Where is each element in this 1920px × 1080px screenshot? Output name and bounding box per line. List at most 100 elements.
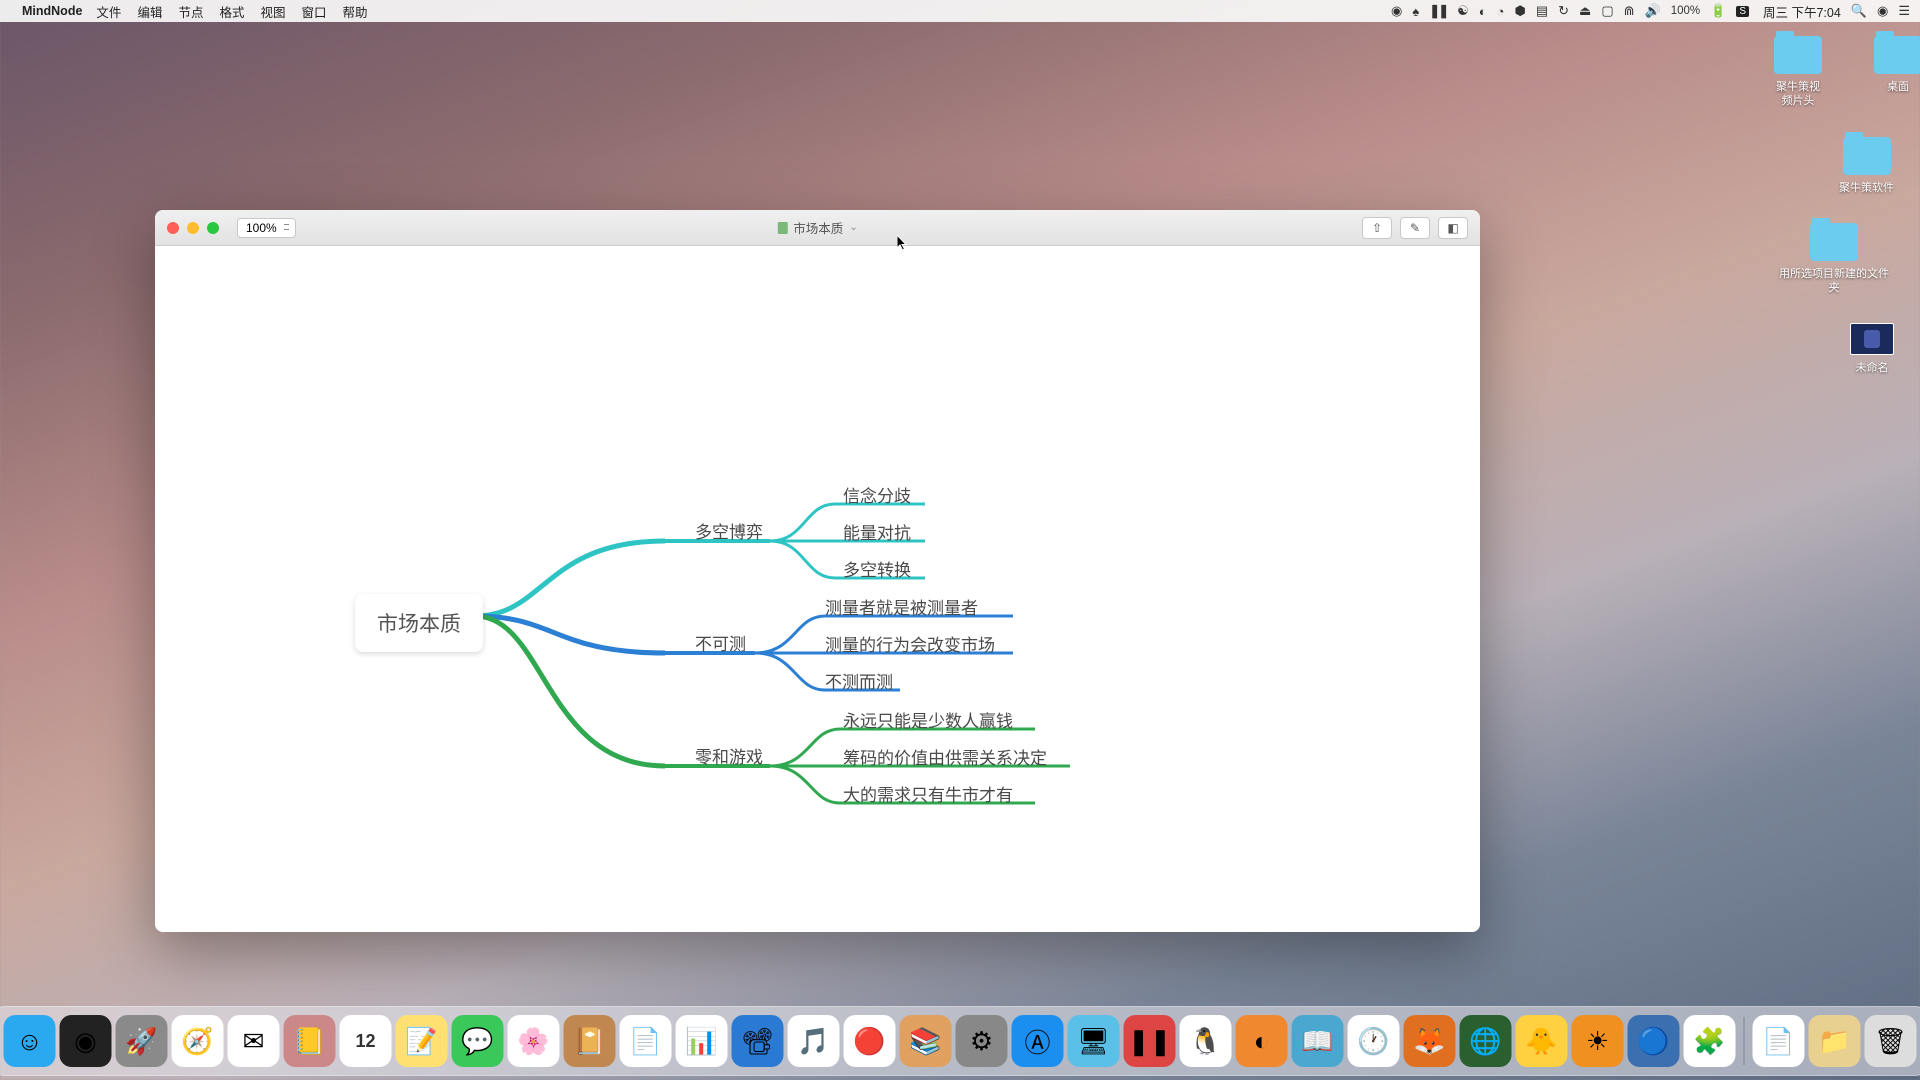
document-title[interactable]: 市场本质 ⌄ [777,218,857,237]
menu-format[interactable]: 格式 [219,2,244,21]
leaf-2-1[interactable]: 测量者就是被测量者 [825,594,978,619]
dock-mail[interactable]: ✉ [228,1015,280,1067]
dock-clock[interactable]: 🕐 [1348,1015,1400,1067]
spotlight-icon[interactable]: 🔍 [1851,3,1867,19]
pause-icon[interactable]: ❚❚ [1429,3,1447,19]
desktop-folder-2[interactable]: 桌面 [1874,36,1920,109]
input-icon[interactable]: S [1736,6,1749,17]
leaf-3-1[interactable]: 永远只能是少数人赢钱 [843,707,1013,732]
dock-calendar[interactable]: 12 [340,1015,392,1067]
dock-app2[interactable]: 🐥 [1516,1015,1568,1067]
eject-icon[interactable]: ⏏ [1579,3,1591,19]
dock-trash[interactable]: 🗑 [1865,1015,1917,1067]
dock-mindnode[interactable]: 🧩 [1684,1015,1736,1067]
panel-button[interactable]: ◧ [1438,217,1468,239]
dock-safari[interactable]: 🧭 [172,1015,224,1067]
record-icon[interactable]: ◉ [1391,3,1402,19]
leaf-1-1[interactable]: 信念分歧 [843,482,911,507]
dock-photos[interactable]: 🌸 [508,1015,560,1067]
desktop-icons: 聚牛策视频片头 桌面 聚牛策软件 用所选项目新建的文件夹 未命名 [1774,36,1894,376]
dock-screenshot[interactable]: 🖥 [1068,1015,1120,1067]
menubar-left: MindNode 文件 编辑 节点 格式 视图 窗口 帮助 [10,2,384,21]
user-icon[interactable]: ◉ [1877,3,1888,19]
dock-separator [1744,1017,1745,1065]
dock-doc[interactable]: 📄 [1753,1015,1805,1067]
dock-appstore[interactable]: Ⓐ [1012,1015,1064,1067]
airplay-icon[interactable]: ▢ [1601,3,1613,19]
folder-icon [1843,137,1891,175]
dock-app1[interactable]: 🌐 [1460,1015,1512,1067]
dock-firefox[interactable]: 🦊 [1404,1015,1456,1067]
menu-file[interactable]: 文件 [96,2,121,21]
desktop-file-1[interactable]: 未命名 [1850,323,1894,375]
leaf-3-3[interactable]: 大的需求只有牛市才有 [843,781,1013,806]
status-icon-4[interactable]: ⬢ [1514,3,1525,19]
status-icon-5[interactable]: ▤ [1536,3,1548,19]
battery-icon[interactable]: 🔋 [1710,3,1726,19]
dock-launchpad[interactable]: 🚀 [116,1015,168,1067]
traffic-lights [167,222,219,234]
leaf-2-2[interactable]: 测量的行为会改变市场 [825,631,995,656]
dock-app3[interactable]: ☀ [1572,1015,1624,1067]
volume-icon[interactable]: 🔊 [1645,3,1661,19]
menu-node[interactable]: 节点 [178,2,203,21]
dock-books[interactable]: 📚 [900,1015,952,1067]
mindmap-root[interactable]: 市场本质 [355,594,483,652]
clock[interactable]: 周三 下午7:04 [1763,2,1841,21]
dock-finder[interactable]: ☺ [4,1015,56,1067]
desktop-folder-3[interactable]: 聚牛策软件 [1839,137,1894,195]
dock-folder[interactable]: 📁 [1809,1015,1861,1067]
timemachine-icon[interactable]: ↻ [1558,3,1569,19]
bell-icon[interactable]: ♠ [1412,4,1419,19]
maximize-button[interactable] [207,222,219,234]
folder-label: 用所选项目新建的文件夹 [1774,267,1894,296]
dock-preferences[interactable]: ⚙ [956,1015,1008,1067]
folder-label: 聚牛策软件 [1839,181,1894,195]
dock-qq[interactable]: 🐧 [1180,1015,1232,1067]
leaf-1-3[interactable]: 多空转换 [843,556,911,581]
menu-view[interactable]: 视图 [260,2,285,21]
dock-keynote[interactable]: 📽 [732,1015,784,1067]
dock: ☺◉🚀🧭✉📒12📝💬🌸📔📄📊📽🎵🔴📚⚙Ⓐ🖥❚❚🐧◐📖🕐🦊🌐🐥☀🔵🧩📄📁🗑 [0,1006,1920,1076]
dock-reminders[interactable]: 📔 [564,1015,616,1067]
titlebar[interactable]: 100% 市场本质 ⌄ ⇧ ✎ ◧ [155,210,1480,246]
dock-messages[interactable]: 💬 [452,1015,504,1067]
app-name[interactable]: MindNode [22,4,82,18]
branch-2-label[interactable]: 不可测 [695,630,746,655]
notifications-icon[interactable]: ☰ [1898,3,1910,19]
menu-edit[interactable]: 编辑 [137,2,162,21]
style-button[interactable]: ✎ [1400,217,1430,239]
leaf-3-2[interactable]: 筹码的价值由供需关系决定 [843,744,1047,769]
battery-percent[interactable]: 100% [1671,5,1700,17]
doc-icon [777,222,787,234]
leaf-1-2[interactable]: 能量对抗 [843,519,911,544]
desktop-folder-1[interactable]: 聚牛策视频片头 [1774,36,1822,109]
menu-window[interactable]: 窗口 [302,2,327,21]
leaf-2-3[interactable]: 不测而测 [825,668,893,693]
dock-siri[interactable]: ◉ [60,1015,112,1067]
share-button[interactable]: ⇧ [1362,217,1392,239]
dock-uc[interactable]: ◐ [1236,1015,1288,1067]
status-icon-1[interactable]: ☯ [1457,3,1469,19]
close-button[interactable] [167,222,179,234]
minimize-button[interactable] [187,222,199,234]
dock-app4[interactable]: 🔵 [1628,1015,1680,1067]
dock-notes[interactable]: 📝 [396,1015,448,1067]
zoom-select[interactable]: 100% [237,218,296,238]
dock-pages[interactable]: 📄 [620,1015,672,1067]
status-icon-2[interactable]: ◐ [1479,4,1487,19]
branch-1-label[interactable]: 多空博弈 [695,518,763,543]
dock-activity[interactable]: ❚❚ [1124,1015,1176,1067]
dock-reader[interactable]: 📖 [1292,1015,1344,1067]
desktop-folder-4[interactable]: 用所选项目新建的文件夹 [1774,223,1894,296]
dock-contacts[interactable]: 📒 [284,1015,336,1067]
dock-numbers[interactable]: 📊 [676,1015,728,1067]
menu-help[interactable]: 帮助 [343,2,368,21]
thumbnail-icon [1850,323,1894,355]
dock-chrome[interactable]: 🔴 [844,1015,896,1067]
wifi-icon[interactable]: ⋒ [1624,3,1635,19]
branch-3-label[interactable]: 零和游戏 [695,743,763,768]
dock-itunes[interactable]: 🎵 [788,1015,840,1067]
status-icon-3[interactable]: ◔ [1497,4,1505,19]
mindmap-canvas[interactable]: 市场本质 多空博弈 信念分歧 能量对抗 多空转换 不可测 测量者就是被测量者 测… [155,246,1480,932]
